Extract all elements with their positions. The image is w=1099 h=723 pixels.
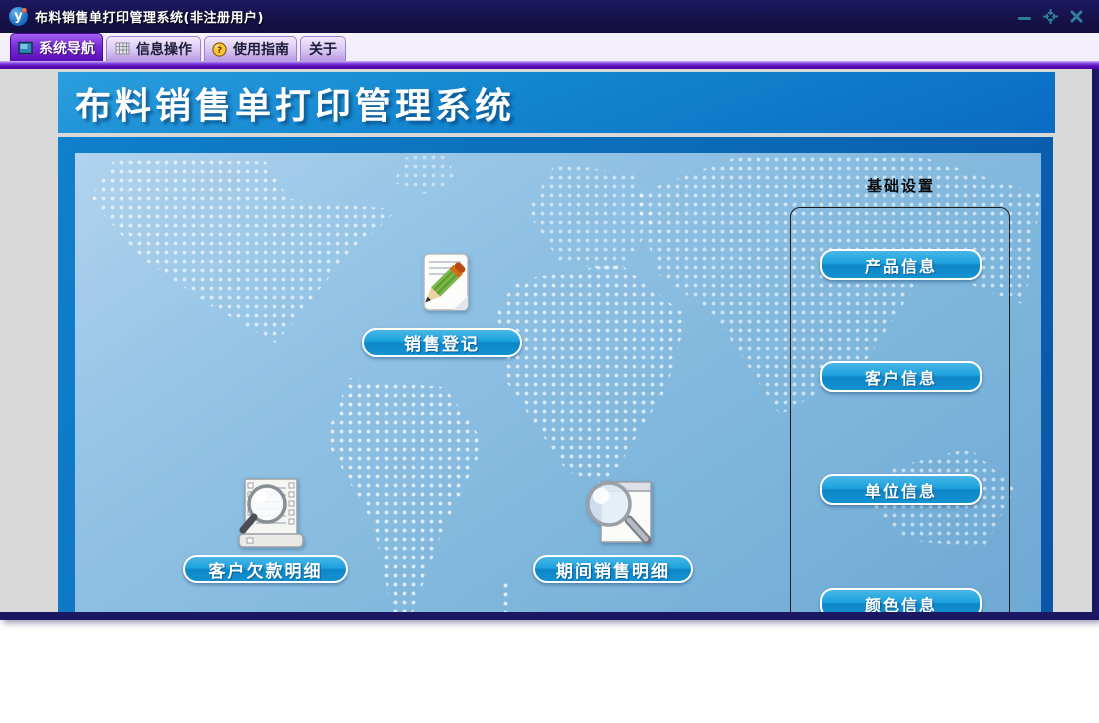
app-window: y 布料销售单打印管理系统(非注册用户) 系统导航 bbox=[0, 0, 1099, 620]
world-map-dots-south-america bbox=[325, 378, 485, 612]
app-logo-icon: y bbox=[9, 7, 28, 26]
tab-label: 信息操作 bbox=[136, 39, 192, 59]
customer-info-button[interactable]: 客户信息 bbox=[820, 361, 982, 392]
grid-icon bbox=[115, 42, 130, 56]
magnifier-window-icon[interactable] bbox=[569, 478, 657, 556]
blue-square-icon bbox=[18, 41, 33, 55]
tab-label: 系统导航 bbox=[39, 38, 95, 58]
banner-title: 布料销售单打印管理系统 bbox=[75, 77, 515, 129]
tab-information-operations[interactable]: 信息操作 bbox=[106, 36, 201, 61]
tab-user-guide[interactable]: ? 使用指南 bbox=[204, 36, 297, 61]
sales-register-button[interactable]: 销售登记 bbox=[362, 328, 522, 357]
world-map-dots-africa bbox=[495, 263, 695, 485]
magnifier-list-icon[interactable] bbox=[225, 476, 313, 556]
navigation-panel: 销售登记 bbox=[58, 137, 1053, 612]
product-info-button[interactable]: 产品信息 bbox=[820, 249, 982, 280]
minimize-icon[interactable] bbox=[1016, 9, 1033, 24]
world-map-dots-greenland bbox=[393, 153, 457, 195]
window-controls bbox=[1016, 9, 1085, 24]
accent-strip bbox=[0, 61, 1099, 69]
client-area: 布料销售单打印管理系统 bbox=[0, 69, 1085, 612]
color-info-button[interactable]: 颜色信息 bbox=[820, 588, 982, 612]
world-map-dots-tip bbox=[501, 581, 511, 612]
window-title: 布料销售单打印管理系统(非注册用户) bbox=[35, 7, 264, 26]
period-sales-detail-button[interactable]: 期间销售明细 bbox=[533, 555, 693, 583]
close-icon[interactable] bbox=[1068, 9, 1085, 24]
tab-system-navigation[interactable]: 系统导航 bbox=[10, 33, 103, 61]
title-bar: y 布料销售单打印管理系统(非注册用户) bbox=[0, 0, 1099, 33]
world-map-dots-north-america bbox=[90, 158, 410, 343]
edit-document-icon[interactable] bbox=[407, 252, 479, 322]
restore-icon[interactable] bbox=[1042, 9, 1059, 24]
tab-label: 使用指南 bbox=[233, 39, 289, 59]
banner: 布料销售单打印管理系统 bbox=[58, 72, 1055, 133]
tab-about[interactable]: 关于 bbox=[300, 36, 346, 61]
unit-info-button[interactable]: 单位信息 bbox=[820, 474, 982, 505]
tab-bar: 系统导航 信息操作 ? 使用指南 关于 bbox=[0, 33, 1099, 61]
help-ball-icon: ? bbox=[212, 42, 227, 56]
world-map-dots-europe bbox=[527, 163, 657, 273]
customer-debt-detail-button[interactable]: 客户欠款明细 bbox=[183, 555, 348, 583]
world-map-panel: 销售登记 bbox=[75, 153, 1041, 612]
svg-text:?: ? bbox=[217, 46, 222, 56]
tab-label: 关于 bbox=[309, 39, 337, 59]
basic-settings-title: 基础设置 bbox=[820, 175, 982, 196]
